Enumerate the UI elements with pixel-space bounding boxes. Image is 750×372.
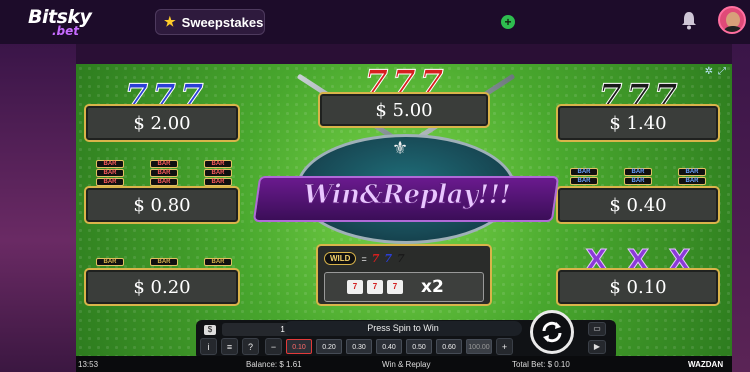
bar-symbol: BAR <box>150 169 178 177</box>
symbols-triple-bars-left: BAR BAR BAR BAR BAR BAR BAR BAR BAR <box>86 160 242 186</box>
logo-sub: .bet <box>52 24 80 38</box>
payout-value: $ 0.10 <box>609 276 667 298</box>
wild-symbol: 7 <box>367 280 383 294</box>
bar-symbol: BAR <box>150 258 178 266</box>
bet-increase-button[interactable]: + <box>496 338 513 355</box>
plus-icon[interactable]: + <box>501 15 515 29</box>
bar-symbol: BAR <box>678 168 706 176</box>
spin-arrows-icon <box>542 321 562 343</box>
bell-icon[interactable] <box>680 10 698 30</box>
bet-option[interactable]: 0.10 <box>286 339 312 354</box>
spin-button[interactable] <box>530 310 574 354</box>
game-frame[interactable]: ✲ ⤢ 7 7 7 $ 2.00 7 7 7 $ 5.00 7 7 7 $ 1.… <box>76 64 732 372</box>
bar-symbol: BAR <box>678 177 706 185</box>
payout-red-sevens: $ 5.00 <box>318 92 490 128</box>
fleur-de-lis-icon: ⚜ <box>392 138 409 158</box>
bar-symbol: BAR <box>96 169 124 177</box>
bet-option[interactable]: 0.60 <box>436 339 462 354</box>
bar-symbol: BAR <box>570 168 598 176</box>
payout-value: $ 1.40 <box>609 112 667 134</box>
bar-symbol: BAR <box>204 258 232 266</box>
total-bet-text: Total Bet: $ 0.10 <box>512 360 570 369</box>
bar-symbol: BAR <box>96 258 124 266</box>
bet-option[interactable]: 0.50 <box>406 339 432 354</box>
autoplay-button[interactable]: ▭ <box>588 322 606 336</box>
user-avatar[interactable] <box>718 6 746 34</box>
payout-blue-sevens: $ 2.00 <box>84 104 240 142</box>
game-name: Win & Replay <box>382 360 431 369</box>
bar-symbol: BAR <box>624 168 652 176</box>
balance-text: Balance: $ 1.61 <box>246 360 302 369</box>
mini-seven-black: 7 <box>397 252 405 265</box>
payout-value: $ 5.00 <box>375 99 433 121</box>
top-nav-bar: Bitsky .bet ★ Sweepstakes + <box>0 0 750 44</box>
bet-option[interactable]: 0.20 <box>316 339 342 354</box>
bar-symbol: BAR <box>570 177 598 185</box>
payout-purple-x: $ 0.10 <box>556 268 720 306</box>
double-bar-symbol: BAR BAR <box>570 168 598 185</box>
wild-info-box: WILD = 7 7 7 7 7 7 x2 <box>316 244 492 306</box>
symbols-single-bars-left: BAR BAR BAR <box>86 258 242 266</box>
bar-symbol: BAR <box>204 160 232 168</box>
wild-equation: WILD = 7 7 7 <box>324 252 405 265</box>
wild-symbol: 7 <box>347 280 363 294</box>
bar-symbol: BAR <box>96 178 124 186</box>
wild-multiplier-row: 7 7 7 x2 <box>324 272 484 302</box>
payout-black-sevens: $ 1.40 <box>556 104 720 142</box>
triple-bar-symbol: BAR BAR BAR <box>204 160 232 186</box>
menu-button[interactable]: ≡ <box>221 338 238 355</box>
bet-decrease-button[interactable]: − <box>265 338 282 355</box>
multiplier-value: x2 <box>421 277 444 297</box>
help-button[interactable]: ? <box>242 338 259 355</box>
bar-symbol: BAR <box>96 160 124 168</box>
payout-triple-bars: $ 0.80 <box>84 186 240 224</box>
bet-option[interactable]: 0.40 <box>376 339 402 354</box>
provider-logo: WAZDAN <box>688 360 724 369</box>
clock-time: 13:53 <box>78 360 99 369</box>
sweepstakes-button[interactable]: ★ Sweepstakes <box>155 9 265 35</box>
message-bar: Press Spin to Win <box>284 321 522 336</box>
wild-symbol: 7 <box>387 280 403 294</box>
bar-symbol: BAR <box>150 160 178 168</box>
sweepstakes-label: Sweepstakes <box>181 14 264 30</box>
payout-value: $ 2.00 <box>133 112 191 134</box>
payout-single-bars: $ 0.20 <box>84 268 240 306</box>
double-bar-symbol: BAR BAR <box>678 168 706 185</box>
fullscreen-icon[interactable]: ⤢ <box>718 66 726 77</box>
settings-icon[interactable]: ✲ <box>705 66 713 77</box>
coin-icon: $ <box>204 324 216 335</box>
site-logo[interactable]: Bitsky .bet <box>28 6 112 40</box>
mini-seven-blue: 7 <box>384 252 393 265</box>
payout-value: $ 0.20 <box>133 276 191 298</box>
bet-option[interactable]: 0.30 <box>346 339 372 354</box>
turbo-button[interactable]: ▶ <box>588 340 606 354</box>
bar-symbol: BAR <box>150 178 178 186</box>
payout-value: $ 0.40 <box>609 194 667 216</box>
game-corner-controls: ✲ ⤢ <box>705 66 726 77</box>
equals-sign: = <box>361 253 367 264</box>
bet-option[interactable]: 100.00 <box>466 339 492 354</box>
bar-symbol: BAR <box>204 178 232 186</box>
bar-symbol: BAR <box>624 177 652 185</box>
symbols-double-bars-right: BAR BAR BAR BAR BAR BAR <box>556 168 720 185</box>
status-bar: 13:53 Balance: $ 1.61 Win & Replay Total… <box>76 356 732 372</box>
payout-double-bars: $ 0.40 <box>556 186 720 224</box>
triple-bar-symbol: BAR BAR BAR <box>96 160 124 186</box>
star-icon: ★ <box>164 14 176 29</box>
mini-seven-red: 7 <box>371 252 380 265</box>
right-background <box>732 44 750 372</box>
left-background <box>0 44 76 372</box>
payout-value: $ 0.80 <box>133 194 191 216</box>
info-button[interactable]: i <box>200 338 217 355</box>
wild-label: WILD <box>324 252 357 265</box>
triple-bar-symbol: BAR BAR BAR <box>150 160 178 186</box>
bar-symbol: BAR <box>204 169 232 177</box>
bet-controls: i ≡ ? − 0.10 0.20 0.30 0.40 0.50 0.60 10… <box>200 338 513 355</box>
double-bar-symbol: BAR BAR <box>624 168 652 185</box>
game-title: Win&Replay!!! <box>303 180 511 211</box>
avatar-body <box>722 26 744 32</box>
